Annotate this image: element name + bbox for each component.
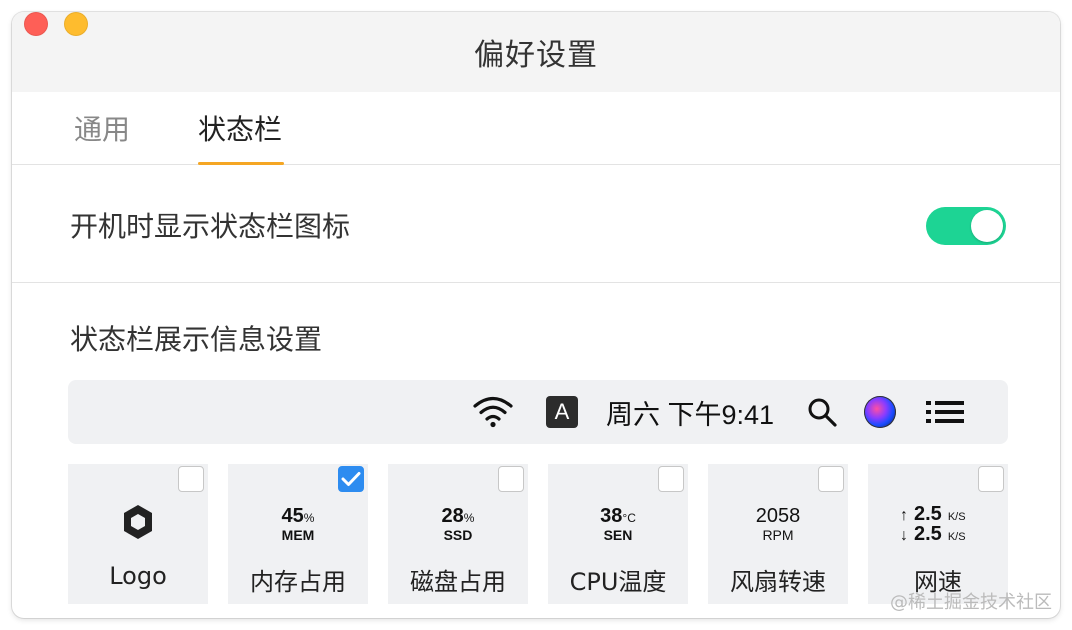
cpu-temp-metric: 38°C SEN bbox=[600, 505, 636, 543]
siri-icon bbox=[864, 380, 896, 444]
disk-metric: 28% SSD bbox=[441, 505, 475, 543]
network-speed-metric: ↑ 2.5 K/S ↓ 2.5 K/S bbox=[900, 503, 966, 545]
card-fan-speed[interactable]: 2058 RPM 风扇转速 bbox=[708, 464, 848, 604]
card-memory-label: 内存占用 bbox=[250, 568, 346, 596]
boot-toggle-switch[interactable] bbox=[926, 207, 1006, 245]
card-network-speed-checkbox[interactable] bbox=[978, 466, 1004, 492]
menubar-clock: 周六 下午9:41 bbox=[606, 399, 775, 430]
tab-general[interactable]: 通用 bbox=[74, 108, 130, 148]
card-memory[interactable]: 45% MEM 内存占用 bbox=[228, 464, 368, 604]
card-logo-label: Logo bbox=[109, 562, 167, 590]
toggle-knob bbox=[971, 210, 1003, 242]
card-disk-checkbox[interactable] bbox=[498, 466, 524, 492]
card-disk-label: 磁盘占用 bbox=[410, 568, 506, 596]
card-cpu-temp[interactable]: 38°C SEN CPU温度 bbox=[548, 464, 688, 604]
fan-speed-metric: 2058 RPM bbox=[755, 505, 801, 543]
checkmark-icon bbox=[341, 472, 361, 486]
preferences-window: 偏好设置 通用 状态栏 开机时显示状态栏图标 状态栏展示信息设置 A 周六 下午… bbox=[12, 12, 1060, 618]
input-source-icon: A bbox=[546, 380, 578, 444]
card-cpu-temp-checkbox[interactable] bbox=[658, 466, 684, 492]
card-logo-checkbox[interactable] bbox=[178, 466, 204, 492]
upload-arrow-icon: ↑ bbox=[900, 507, 908, 524]
window-title: 偏好设置 bbox=[474, 38, 598, 73]
card-cpu-temp-label: CPU温度 bbox=[569, 568, 667, 596]
download-arrow-icon: ↓ bbox=[900, 527, 908, 544]
card-logo[interactable]: Logo bbox=[68, 464, 208, 604]
card-fan-speed-checkbox[interactable] bbox=[818, 466, 844, 492]
hexagon-logo-icon bbox=[122, 504, 154, 544]
search-icon bbox=[806, 380, 838, 444]
card-network-speed[interactable]: ↑ 2.5 K/S ↓ 2.5 K/S 网速 bbox=[868, 464, 1008, 604]
title-bar: 偏好设置 bbox=[12, 12, 1060, 92]
memory-metric: 45% MEM bbox=[281, 505, 315, 543]
card-memory-checkbox[interactable] bbox=[338, 466, 364, 492]
section-title: 状态栏展示信息设置 bbox=[70, 323, 323, 356]
wifi-icon bbox=[472, 380, 514, 444]
menubar-preview: A 周六 下午9:41 bbox=[68, 380, 1008, 444]
info-card-grid: Logo 45% MEM 内存占用 28% SSD 磁盘占用 38°C SEN … bbox=[68, 464, 1008, 604]
boot-setting-label: 开机时显示状态栏图标 bbox=[70, 210, 351, 243]
card-disk[interactable]: 28% SSD 磁盘占用 bbox=[388, 464, 528, 604]
tab-bar: 通用 状态栏 bbox=[12, 92, 1060, 165]
boot-setting-row: 开机时显示状态栏图标 bbox=[12, 165, 1060, 283]
watermark: @稀土掘金技术社区 bbox=[890, 592, 1052, 613]
card-fan-speed-label: 风扇转速 bbox=[730, 568, 826, 596]
tab-statusbar[interactable]: 状态栏 bbox=[198, 108, 282, 148]
menu-list-icon bbox=[926, 380, 966, 444]
